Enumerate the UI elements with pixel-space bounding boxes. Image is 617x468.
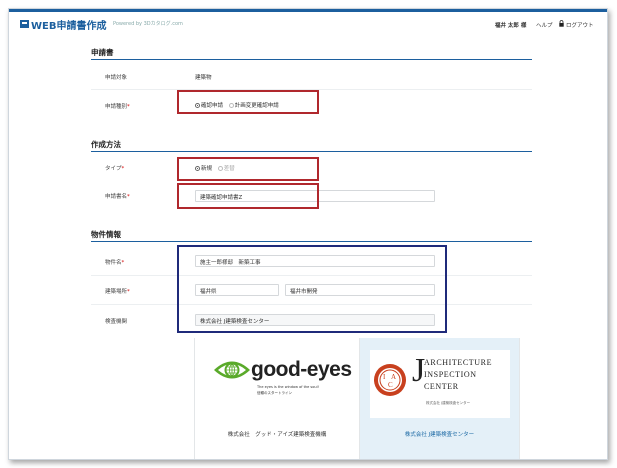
app-logo-icon — [20, 20, 29, 28]
creation-type-label: タイプ* — [105, 166, 125, 172]
j-center-logo-line: ARCHITECTURE — [424, 358, 493, 367]
agency-name-good-eyes: 株式会社 グッド・アイズ建築検査機構 — [227, 432, 327, 438]
property-name-label: 物件名* — [105, 260, 125, 266]
powered-by-text: Powered by 3Dカタログ.com — [113, 21, 183, 27]
section-divider — [91, 59, 532, 60]
section-title-application: 申請書 — [91, 48, 114, 57]
section-title-property-info: 物件情報 — [91, 230, 121, 239]
application-name-label: 申請書名* — [105, 194, 130, 200]
highlight-box-application-type — [177, 90, 319, 114]
good-eyes-tagline-jp: 信頼のスタートライン — [257, 391, 292, 395]
svg-text:C: C — [388, 381, 393, 389]
highlight-box-property-info — [177, 245, 447, 333]
target-label: 申請対象 — [105, 75, 128, 81]
section-divider — [91, 241, 532, 242]
application-type-label: 申請種別* — [105, 104, 130, 110]
location-label: 建築場所* — [105, 289, 130, 295]
agency-name-j-center: 株式会社 J建築検査センター — [404, 432, 475, 438]
agency-card-good-eyes[interactable]: good-eyes The eyes is the window of the … — [194, 338, 360, 459]
good-eyes-logo-icon — [214, 361, 250, 379]
help-link[interactable]: ヘルプ — [536, 21, 553, 29]
j-center-seal-icon: I A C — [374, 364, 406, 396]
app-window: WEB申請書作成 Powered by 3Dカタログ.com 福井 太郎 様 ヘ… — [8, 8, 608, 460]
agency-card-j-center[interactable]: I A C J ARCHITECTURE INSPECTION CENTER 株… — [360, 338, 520, 459]
inspection-agency-label: 検査機関 — [105, 319, 128, 325]
good-eyes-tagline: The eyes is the window of the soul! — [257, 385, 319, 389]
j-center-logo-line: CENTER — [424, 382, 459, 391]
target-value: 建築物 — [195, 75, 212, 81]
good-eyes-logo-text: good-eyes — [251, 358, 352, 381]
j-center-logo-jp: 株式会社 J建築検査センター — [426, 401, 471, 405]
j-center-logo: I A C J ARCHITECTURE INSPECTION CENTER 株… — [370, 350, 510, 418]
j-center-logo-line: INSPECTION — [424, 370, 477, 379]
highlight-box-creation-type — [177, 157, 319, 181]
header-bar: WEB申請書作成 Powered by 3Dカタログ.com 福井 太郎 様 ヘ… — [9, 9, 607, 37]
svg-text:A: A — [391, 373, 396, 381]
highlight-box-application-name — [177, 183, 319, 209]
user-name: 福井 太郎 様 — [495, 23, 527, 29]
app-title: WEB申請書作成 — [31, 21, 107, 32]
section-divider — [91, 151, 532, 152]
section-title-creation-method: 作成方法 — [91, 140, 121, 149]
logout-link[interactable]: ログアウト — [566, 21, 594, 29]
lock-icon[interactable] — [559, 20, 564, 27]
